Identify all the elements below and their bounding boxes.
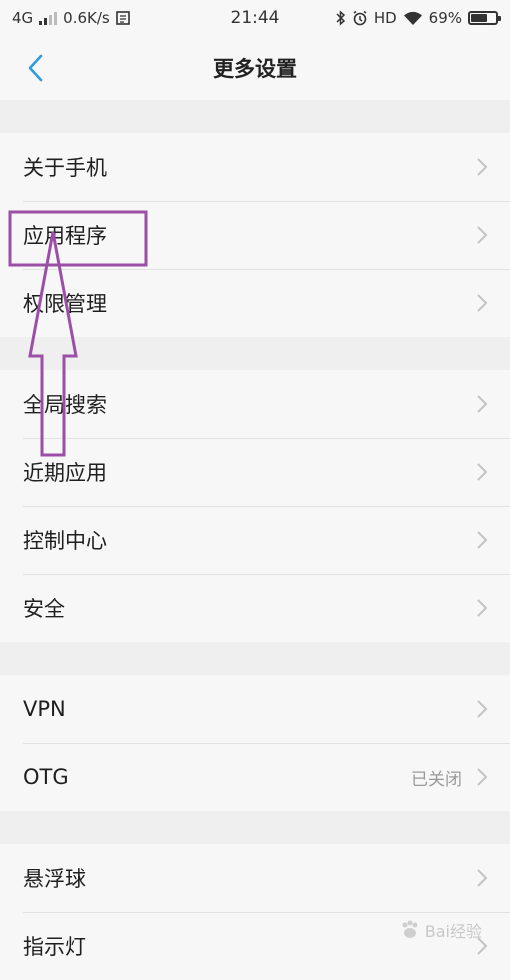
clock: 21:44 bbox=[230, 8, 280, 28]
section-divider bbox=[0, 337, 510, 370]
chevron-right-icon bbox=[477, 395, 488, 413]
settings-item-control-center[interactable]: 控制中心 bbox=[0, 506, 510, 574]
settings-item-global-search[interactable]: 全局搜索 bbox=[0, 370, 510, 438]
back-arrow-icon[interactable] bbox=[22, 50, 50, 86]
settings-item-label: 安全 bbox=[23, 597, 65, 621]
chevron-right-icon bbox=[477, 869, 488, 887]
settings-item-label: VPN bbox=[23, 697, 66, 721]
alarm-icon bbox=[353, 10, 367, 26]
section-divider bbox=[0, 811, 510, 844]
status-bar: 4G 0.6K/s 21:44 HD 69% bbox=[0, 0, 510, 36]
settings-item-label: 近期应用 bbox=[23, 461, 107, 485]
chevron-right-icon bbox=[477, 158, 488, 176]
header: 更多设置 bbox=[0, 36, 510, 100]
chevron-right-icon bbox=[477, 768, 488, 786]
settings-item-label: OTG bbox=[23, 765, 69, 789]
page-title: 更多设置 bbox=[213, 57, 297, 81]
settings-item-floating-ball[interactable]: 悬浮球 bbox=[0, 844, 510, 912]
settings-item-recent-apps[interactable]: 近期应用 bbox=[0, 438, 510, 506]
settings-item-about-phone[interactable]: 关于手机 bbox=[0, 133, 510, 201]
settings-item-security[interactable]: 安全 bbox=[0, 574, 510, 642]
section-divider bbox=[0, 642, 510, 675]
watermark: Bai经验 bbox=[399, 918, 482, 942]
wifi-icon bbox=[403, 11, 422, 25]
battery-icon bbox=[468, 11, 501, 25]
settings-item-label: 指示灯 bbox=[23, 935, 86, 959]
notification-icon bbox=[115, 11, 130, 25]
settings-item-label: 关于手机 bbox=[23, 156, 107, 180]
chevron-right-icon bbox=[477, 226, 488, 244]
otg-status: 已关闭 bbox=[411, 769, 462, 790]
settings-item-vpn[interactable]: VPN bbox=[0, 675, 510, 743]
chevron-right-icon bbox=[477, 531, 488, 549]
chevron-right-icon bbox=[477, 294, 488, 312]
settings-item-label: 应用程序 bbox=[23, 224, 107, 248]
settings-item-label: 权限管理 bbox=[23, 292, 107, 316]
settings-item-otg[interactable]: OTG 已关闭 bbox=[0, 743, 510, 811]
hd-badge: HD bbox=[373, 9, 397, 27]
section-divider bbox=[0, 100, 510, 133]
settings-item-apps[interactable]: 应用程序 bbox=[0, 201, 510, 269]
settings-item-label: 悬浮球 bbox=[23, 867, 86, 891]
signal-icon bbox=[39, 11, 58, 25]
network-speed: 0.6K/s bbox=[63, 9, 110, 27]
chevron-right-icon bbox=[477, 700, 488, 718]
chevron-right-icon bbox=[477, 463, 488, 481]
bluetooth-icon bbox=[336, 10, 345, 26]
settings-item-permissions[interactable]: 权限管理 bbox=[0, 269, 510, 337]
battery-percent: 69% bbox=[428, 9, 462, 27]
chevron-right-icon bbox=[477, 599, 488, 617]
paw-logo-icon bbox=[402, 920, 418, 938]
settings-item-label: 控制中心 bbox=[23, 529, 107, 553]
network-type: 4G bbox=[12, 9, 34, 27]
settings-item-label: 全局搜索 bbox=[23, 393, 107, 417]
watermark-text: Bai经验 bbox=[424, 922, 482, 941]
settings-list: 关于手机 应用程序 权限管理 全局搜索 近期应用 控制中心 安全 VPN OTG… bbox=[0, 100, 510, 980]
